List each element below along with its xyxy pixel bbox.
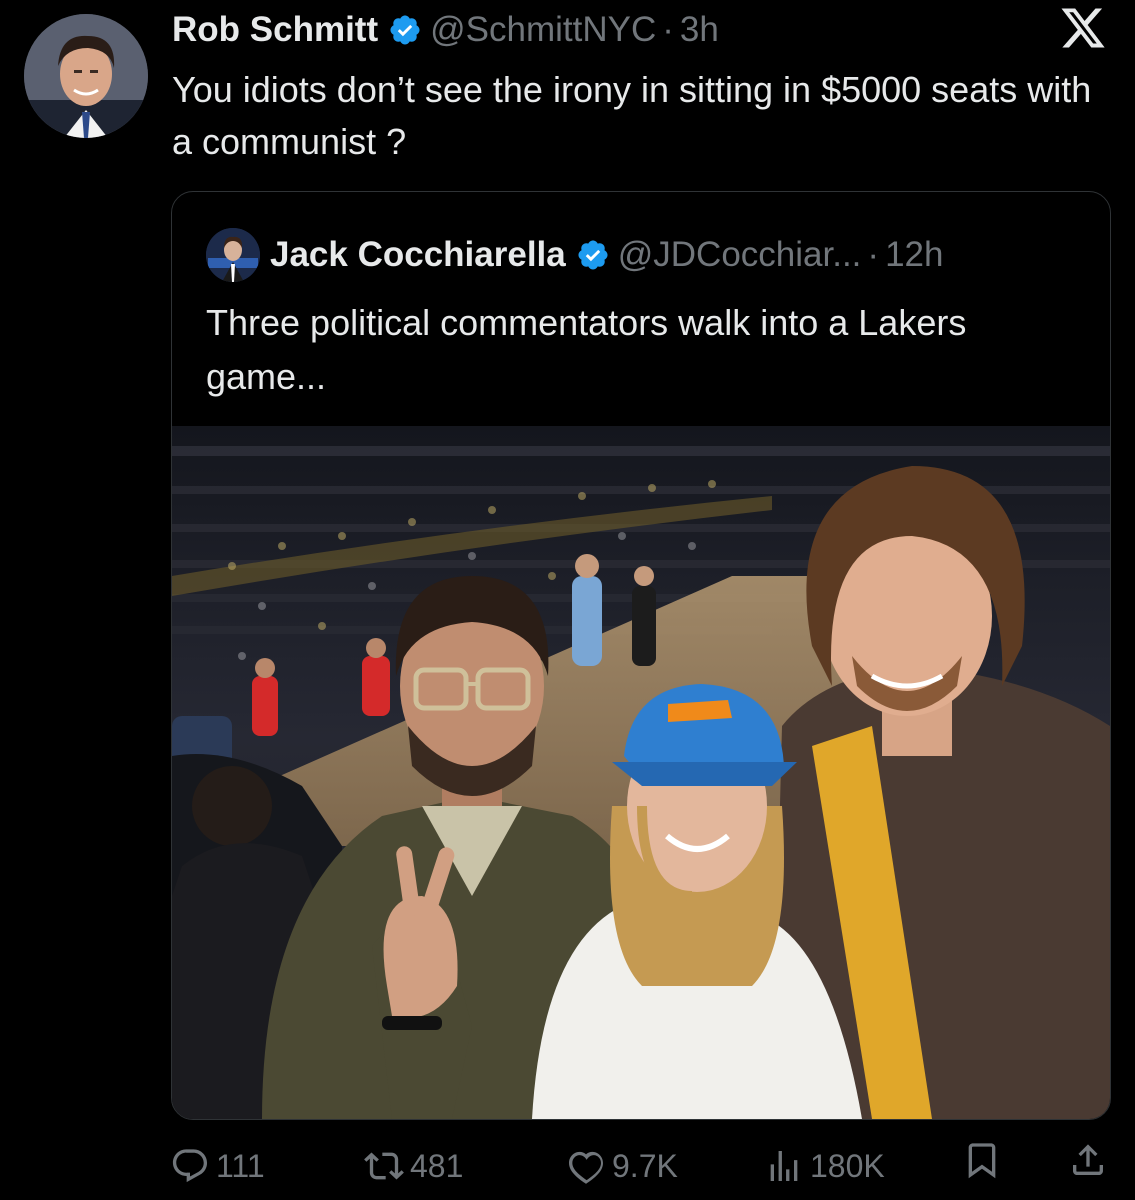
x-logo-icon	[1059, 4, 1107, 52]
verified-badge-icon	[388, 13, 422, 47]
quoted-tweet-header: Jack Cocchiarella @JDCocchiar... · 12h	[206, 228, 943, 282]
reply-count: 111	[216, 1148, 265, 1184]
quoted-author-avatar[interactable]	[206, 228, 260, 282]
quoted-tweet-text: Three political commentators walk into a…	[206, 302, 967, 397]
views-icon	[770, 1151, 798, 1181]
author-handle[interactable]: @SchmittNYC	[430, 8, 656, 52]
repost-button[interactable]: 481	[364, 1140, 463, 1192]
like-button[interactable]: 9.7K	[566, 1140, 678, 1192]
like-count: 9.7K	[612, 1148, 678, 1184]
views-button[interactable]: 180K	[764, 1140, 885, 1192]
share-icon	[1073, 1144, 1103, 1175]
author-avatar[interactable]	[24, 14, 148, 138]
quoted-avatar-image	[206, 228, 260, 282]
tweet-action-bar: 111 481 9.7K 180K	[170, 1140, 1115, 1192]
quoted-tweet-photo[interactable]	[172, 426, 1110, 1119]
arena-selfie-photo	[172, 426, 1110, 1119]
tweet-header: Rob Schmitt @SchmittNYC · 3h	[172, 8, 719, 52]
separator-dot: ·	[867, 235, 880, 274]
avatar-image	[24, 14, 148, 138]
reply-button[interactable]: 111	[170, 1140, 265, 1192]
reply-icon	[172, 1149, 208, 1183]
bookmark-button[interactable]	[962, 1140, 1008, 1180]
quoted-tweet-card[interactable]: Jack Cocchiarella @JDCocchiar... · 12h T…	[171, 191, 1111, 1120]
tweet-timestamp[interactable]: 3h	[680, 8, 719, 52]
repost-icon	[364, 1152, 404, 1180]
repost-count: 481	[410, 1148, 464, 1184]
tweet-text: You idiots don’t see the irony in sittin…	[172, 69, 1092, 162]
separator-dot: ·	[662, 10, 674, 49]
author-display-name[interactable]: Rob Schmitt	[172, 8, 378, 52]
like-icon	[569, 1151, 603, 1184]
quoted-author-handle[interactable]: @JDCocchiar...	[618, 233, 862, 277]
quoted-tweet-timestamp[interactable]: 12h	[885, 233, 943, 277]
verified-badge-icon	[576, 238, 610, 272]
views-count: 180K	[810, 1148, 885, 1184]
share-button[interactable]	[1068, 1140, 1114, 1180]
quoted-author-display-name[interactable]: Jack Cocchiarella	[270, 233, 566, 277]
bookmark-icon	[968, 1143, 996, 1179]
